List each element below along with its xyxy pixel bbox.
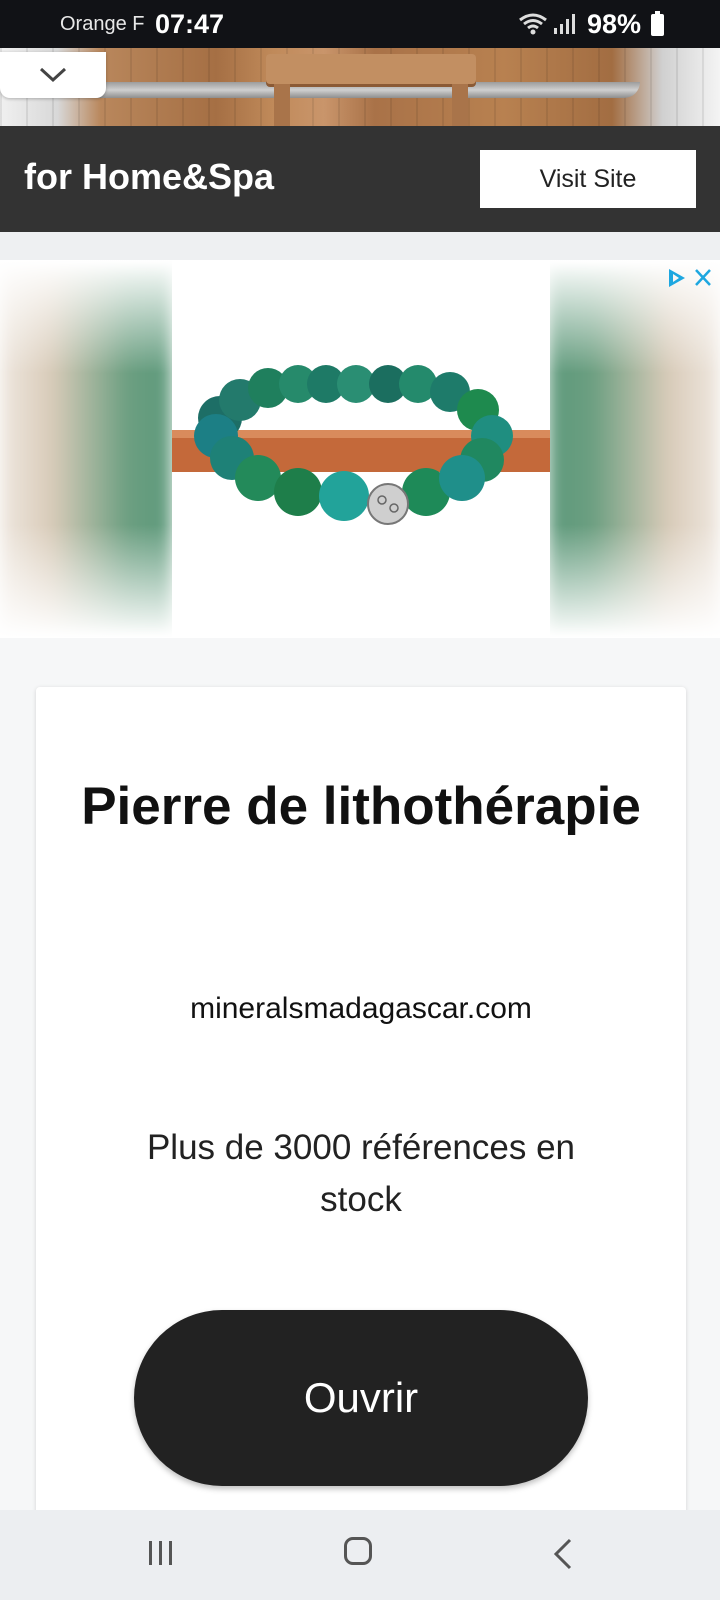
open-button[interactable]: Ouvrir [134,1310,588,1486]
adchoices-bar[interactable] [666,266,716,290]
silver-bead [367,483,409,525]
home-icon[interactable] [344,1537,372,1565]
signal-icon [554,14,575,34]
visit-site-button[interactable]: Visit Site [480,150,696,208]
system-nav-bar [0,1510,720,1600]
fade-overlay [0,260,172,638]
ad-title: Pierre de lithothérapie [81,777,641,836]
wooden-step [266,54,476,84]
bracelet-illustration [172,365,550,525]
recents-icon[interactable] [146,1538,176,1568]
ad-domain: mineralsmadagascar.com [190,992,532,1025]
wifi-icon [519,13,547,35]
battery-percentage: 98% [587,9,642,39]
hot-tub-banner-image[interactable] [0,48,720,126]
back-icon[interactable] [552,1538,574,1570]
ad-image-area[interactable] [0,260,720,638]
fade-overlay [548,260,720,638]
step-leg [274,84,290,126]
step-leg [452,84,468,126]
carrier-label: Orange F [60,13,145,35]
top-ad-bar: for Home&Spa Visit Site [0,126,720,232]
status-bar: Orange F 07:47 98% [0,0,720,48]
tub-rim [60,82,640,98]
bracelet-product-image[interactable] [172,260,550,638]
chevron-down-icon [39,67,67,83]
close-icon [695,269,711,286]
collapse-ad-button[interactable] [0,52,106,98]
battery-icon [651,11,664,36]
ad-card: Pierre de lithothérapie mineralsmadagasc… [36,687,686,1517]
adchoices-icon [669,269,685,287]
ad-description: Plus de 3000 références en stock [146,1128,576,1219]
ad-headline: for Home&Spa [24,156,275,197]
separator [0,232,720,260]
clock: 07:47 [155,9,225,39]
